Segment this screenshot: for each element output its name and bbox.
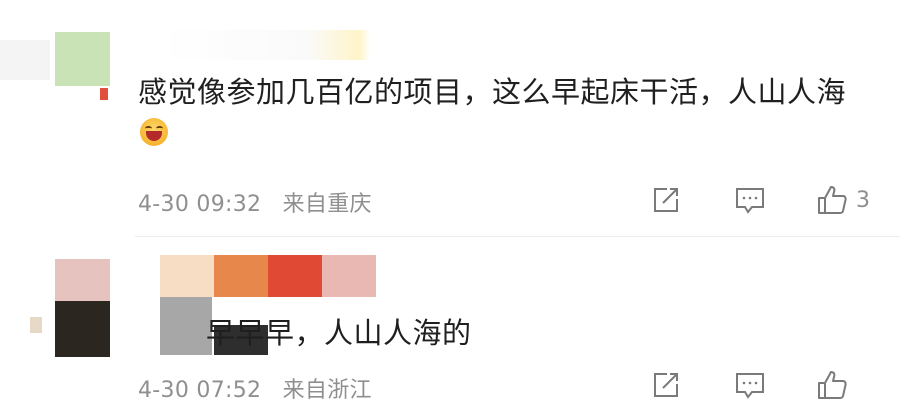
comment-time: 4-30 07:52	[138, 378, 262, 403]
username-redacted[interactable]	[160, 255, 214, 297]
avatar-blur-fragment	[0, 40, 50, 80]
text-redacted-fragment	[160, 297, 212, 355]
comment-text: 早早早，人山人海的	[206, 316, 472, 350]
avatar-blur-fragment	[55, 301, 110, 357]
comment-item: 感觉像参加几百亿的项目，这么早起床干活，人山人海 4-30 09:32 来自重庆	[0, 0, 900, 236]
share-button[interactable]	[648, 367, 684, 403]
like-button[interactable]	[816, 367, 870, 403]
avatar[interactable]	[55, 32, 110, 86]
comment-actions	[600, 367, 870, 403]
comment-button[interactable]	[732, 367, 768, 403]
laughing-face-icon	[140, 118, 168, 146]
share-button[interactable]	[648, 182, 684, 218]
comment-location: 来自重庆	[282, 192, 372, 217]
share-icon	[654, 373, 678, 397]
comment-text: 感觉像参加几百亿的项目，这么早起床干活，人山人海	[138, 72, 858, 152]
avatar[interactable]	[55, 259, 110, 301]
comment-meta: 4-30 07:52 来自浙江	[138, 372, 372, 404]
username-redacted-fragment	[268, 255, 322, 297]
comment-icon	[736, 188, 764, 214]
comment-meta: 4-30 09:32 来自重庆	[138, 186, 372, 218]
comment-actions: 3	[600, 182, 870, 218]
comment-icon	[736, 373, 764, 399]
thumbs-up-icon	[818, 371, 847, 399]
like-count: 3	[856, 187, 870, 213]
share-icon	[654, 188, 678, 212]
comment-button[interactable]	[732, 182, 768, 218]
avatar-blur-fragment	[30, 317, 42, 333]
username-redacted[interactable]	[160, 30, 370, 60]
comment-time: 4-30 09:32	[138, 192, 262, 217]
like-button[interactable]: 3	[816, 182, 870, 218]
comment-location: 来自浙江	[282, 378, 372, 403]
comment-item: 早早早，人山人海的 4-30 07:52 来自浙江	[0, 237, 900, 408]
username-redacted-fragment	[214, 255, 268, 297]
thumbs-up-icon	[818, 186, 847, 214]
avatar-blur-fragment	[100, 88, 108, 100]
username-redacted-fragment	[322, 255, 376, 297]
